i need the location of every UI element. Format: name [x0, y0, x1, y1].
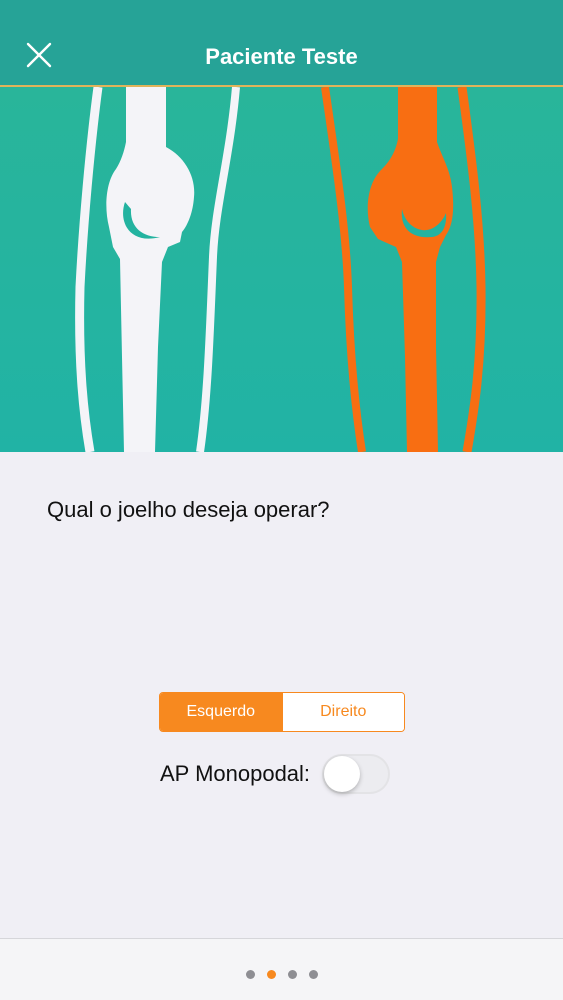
- left-knee-graphic: [75, 87, 240, 452]
- page-indicator-bar: [0, 938, 563, 1000]
- page-indicator: [0, 970, 563, 979]
- toggle-knob: [324, 756, 361, 792]
- page-dot-2[interactable]: [266, 970, 276, 979]
- segment-left-knee[interactable]: Esquerdo: [160, 693, 282, 731]
- knee-side-segmented-control[interactable]: Esquerdo Direito: [159, 692, 405, 732]
- page-dot-3[interactable]: [287, 970, 297, 979]
- monopodal-toggle-label: AP Monopodal:: [160, 761, 311, 786]
- page-title: Paciente Teste: [205, 44, 358, 69]
- navigation-bar: Paciente Teste: [0, 0, 563, 87]
- page-dot-4[interactable]: [308, 970, 318, 979]
- knee-bones-illustration: [75, 87, 486, 452]
- right-knee-graphic: [321, 87, 486, 452]
- monopodal-toggle-row: AP Monopodal:: [160, 753, 391, 795]
- segment-right-knee[interactable]: Direito: [281, 693, 404, 731]
- page-dot-1[interactable]: [245, 970, 255, 979]
- knee-illustration: [0, 87, 563, 452]
- question-text: Qual o joelho deseja operar?: [47, 497, 330, 522]
- monopodal-toggle-switch[interactable]: [322, 754, 391, 794]
